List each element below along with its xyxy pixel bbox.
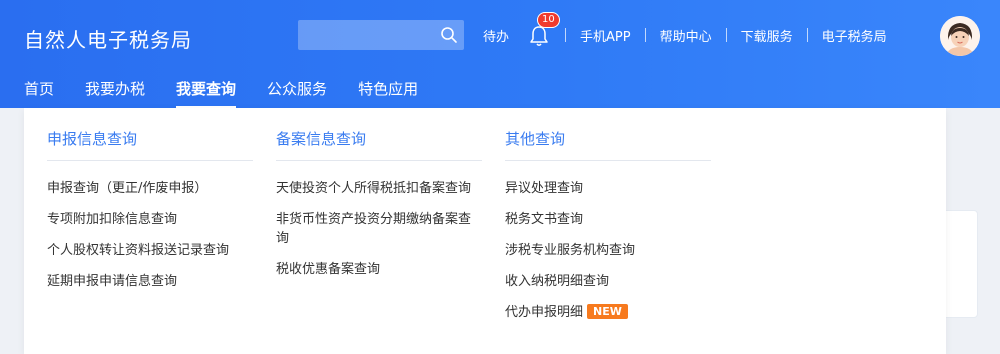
tab-public-service[interactable]: 公众服务 bbox=[267, 78, 327, 99]
divider bbox=[47, 160, 253, 161]
tab-featured-apps[interactable]: 特色应用 bbox=[358, 78, 418, 99]
divider bbox=[806, 28, 808, 42]
menu-item[interactable]: 申报查询（更正/作废申报） bbox=[47, 179, 253, 198]
menu-item[interactable]: 延期申报申请信息查询 bbox=[47, 272, 253, 291]
new-badge: NEW bbox=[587, 304, 628, 319]
top-header: 自然人电子税务局 待办 10 手机APP 帮助中心 下载服务 电子税务局 首页 … bbox=[0, 0, 1000, 109]
menu-item[interactable]: 税务文书查询 bbox=[505, 210, 711, 229]
avatar[interactable] bbox=[940, 16, 980, 56]
menu-item[interactable]: 个人股权转让资料报送记录查询 bbox=[47, 241, 253, 260]
query-dropdown-panel: 申报信息查询 申报查询（更正/作废申报） 专项附加扣除信息查询 个人股权转让资料… bbox=[24, 108, 946, 354]
bell-icon bbox=[530, 26, 548, 46]
help-center-link[interactable]: 帮助中心 bbox=[660, 26, 712, 45]
menu-item[interactable]: 涉税专业服务机构查询 bbox=[505, 241, 711, 260]
menu-column-title: 其他查询 bbox=[505, 130, 566, 148]
divider bbox=[276, 160, 482, 161]
menu-column-title: 申报信息查询 bbox=[47, 130, 138, 148]
tab-home[interactable]: 首页 bbox=[24, 78, 54, 99]
search-input[interactable] bbox=[298, 20, 464, 50]
menu-item-with-badge[interactable]: 代办申报明细 NEW bbox=[505, 303, 711, 322]
tab-query[interactable]: 我要查询 bbox=[176, 78, 237, 109]
menu-item[interactable]: 天使投资个人所得税抵扣备案查询 bbox=[276, 179, 482, 198]
mobile-app-link[interactable]: 手机APP bbox=[580, 26, 631, 45]
divider bbox=[725, 28, 727, 42]
download-service-link[interactable]: 下载服务 bbox=[741, 26, 793, 45]
site-title: 自然人电子税务局 bbox=[24, 28, 192, 52]
menu-item[interactable]: 税收优惠备案查询 bbox=[276, 260, 482, 279]
menu-column-other: 其他查询 异议处理查询 税务文书查询 涉税专业服务机构查询 收入纳税明细查询 代… bbox=[505, 128, 711, 334]
notification-badge: 10 bbox=[537, 12, 560, 28]
main-nav: 首页 我要办税 我要查询 公众服务 特色应用 bbox=[24, 78, 449, 109]
menu-item-label: 代办申报明细 bbox=[505, 305, 584, 320]
divider bbox=[565, 28, 567, 42]
menu-column-title: 备案信息查询 bbox=[276, 130, 367, 148]
menu-column-filing: 备案信息查询 天使投资个人所得税抵扣备案查询 非货币性资产投资分期缴纳备案查询 … bbox=[276, 128, 482, 291]
menu-item[interactable]: 专项附加扣除信息查询 bbox=[47, 210, 253, 229]
menu-item[interactable]: 收入纳税明细查询 bbox=[505, 272, 711, 291]
menu-item[interactable]: 非货币性资产投资分期缴纳备案查询 bbox=[276, 210, 482, 248]
top-links: 待办 10 手机APP 帮助中心 下载服务 电子税务局 bbox=[483, 12, 887, 49]
e-tax-bureau-link[interactable]: 电子税务局 bbox=[822, 26, 887, 45]
todo-link[interactable]: 待办 bbox=[483, 26, 509, 45]
divider bbox=[644, 28, 646, 42]
divider bbox=[505, 160, 711, 161]
menu-item[interactable]: 异议处理查询 bbox=[505, 179, 711, 198]
search-icon[interactable] bbox=[440, 26, 458, 44]
notification-button[interactable]: 10 bbox=[525, 12, 560, 49]
menu-column-declaration: 申报信息查询 申报查询（更正/作废申报） 专项附加扣除信息查询 个人股权转让资料… bbox=[47, 128, 253, 303]
tab-handle-tax[interactable]: 我要办税 bbox=[85, 78, 145, 99]
